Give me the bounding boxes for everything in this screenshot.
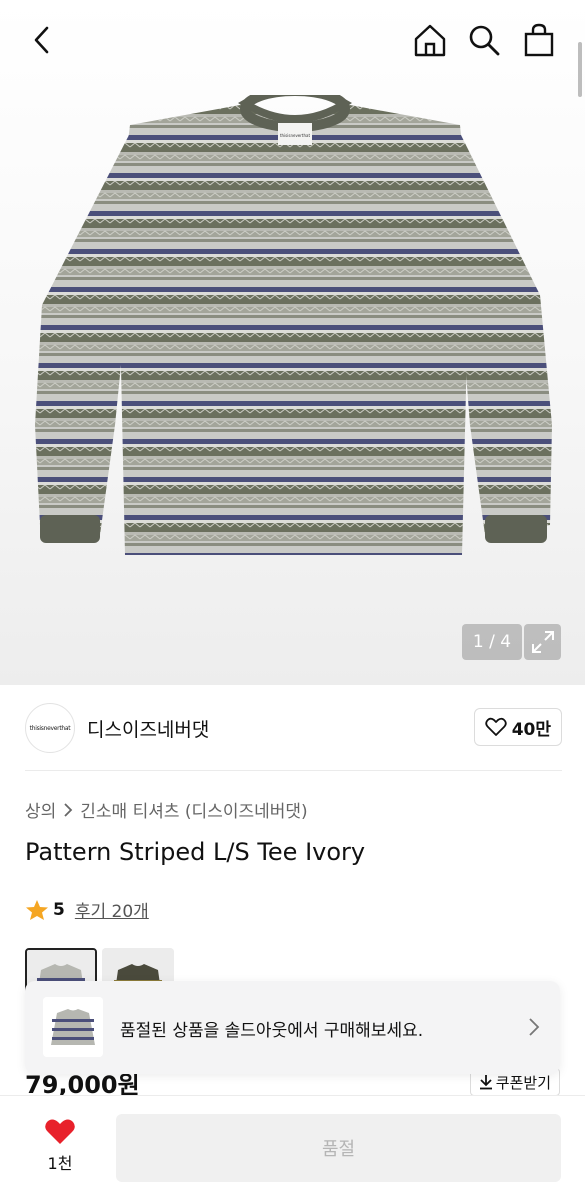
breadcrumb-category[interactable]: 상의: [25, 797, 56, 822]
product-title: Pattern Striped L/S Tee Ivory: [25, 838, 366, 866]
search-button[interactable]: [464, 20, 504, 60]
back-button[interactable]: [22, 20, 62, 60]
coupon-label: 쿠폰받기: [495, 1073, 551, 1092]
chevron-right-icon: [64, 802, 73, 817]
product-image-gallery[interactable]: thisisneverthat 1 / 4: [0, 0, 585, 685]
expand-icon: [531, 631, 554, 653]
top-navigation-bar: [0, 0, 585, 80]
rating-score: 5: [53, 899, 65, 920]
product-rating: 5 후기 20개: [25, 897, 149, 922]
brand-row[interactable]: thisisneverthat 디스이즈네버댓 40만: [25, 703, 562, 753]
download-icon: [479, 1075, 492, 1090]
reviews-link[interactable]: 후기 20개: [75, 897, 149, 922]
section-divider: [25, 770, 562, 771]
brand-like-button[interactable]: 40만: [473, 708, 562, 746]
breadcrumb-subcategory[interactable]: 긴소매 티셔츠 (디스이즈네버댓): [80, 797, 307, 822]
banner-product-thumbnail: [43, 997, 103, 1057]
buy-button[interactable]: 품절: [116, 1114, 561, 1182]
banner-message: 품절된 상품을 솔드아웃에서 구매해보세요.: [120, 1021, 424, 1041]
heart-filled-icon: [45, 1119, 75, 1144]
breadcrumb: 상의 긴소매 티셔츠 (디스이즈네버댓): [25, 797, 308, 822]
scrollbar-thumb[interactable]: [578, 42, 582, 97]
star-icon: [26, 899, 48, 920]
soldout-banner[interactable]: 품절된 상품을 솔드아웃에서 구매해보세요.: [25, 981, 560, 1074]
heart-outline-icon: [484, 717, 507, 736]
wishlist-button[interactable]: 1천: [30, 1118, 90, 1178]
chevron-right-icon: [529, 1018, 540, 1036]
wishlist-count: 1천: [47, 1154, 73, 1173]
brand-like-count: 40만: [511, 719, 551, 740]
expand-image-button[interactable]: [524, 624, 561, 660]
shopping-bag-icon: [524, 23, 554, 57]
brand-name[interactable]: 디스이즈네버댓: [87, 715, 209, 742]
shirt-logo-text: thisisneverthat: [280, 133, 311, 138]
product-image: thisisneverthat: [30, 86, 560, 565]
chevron-left-icon: [34, 26, 49, 54]
home-icon: [414, 24, 446, 57]
image-pager: 1 / 4: [462, 624, 522, 660]
search-icon: [469, 25, 500, 56]
brand-logo[interactable]: thisisneverthat: [25, 703, 75, 753]
bottom-action-bar: 1천 품절: [0, 1095, 585, 1200]
cart-button[interactable]: [519, 20, 559, 60]
home-button[interactable]: [410, 20, 450, 60]
brand-logo-text: thisisneverthat: [29, 724, 71, 732]
